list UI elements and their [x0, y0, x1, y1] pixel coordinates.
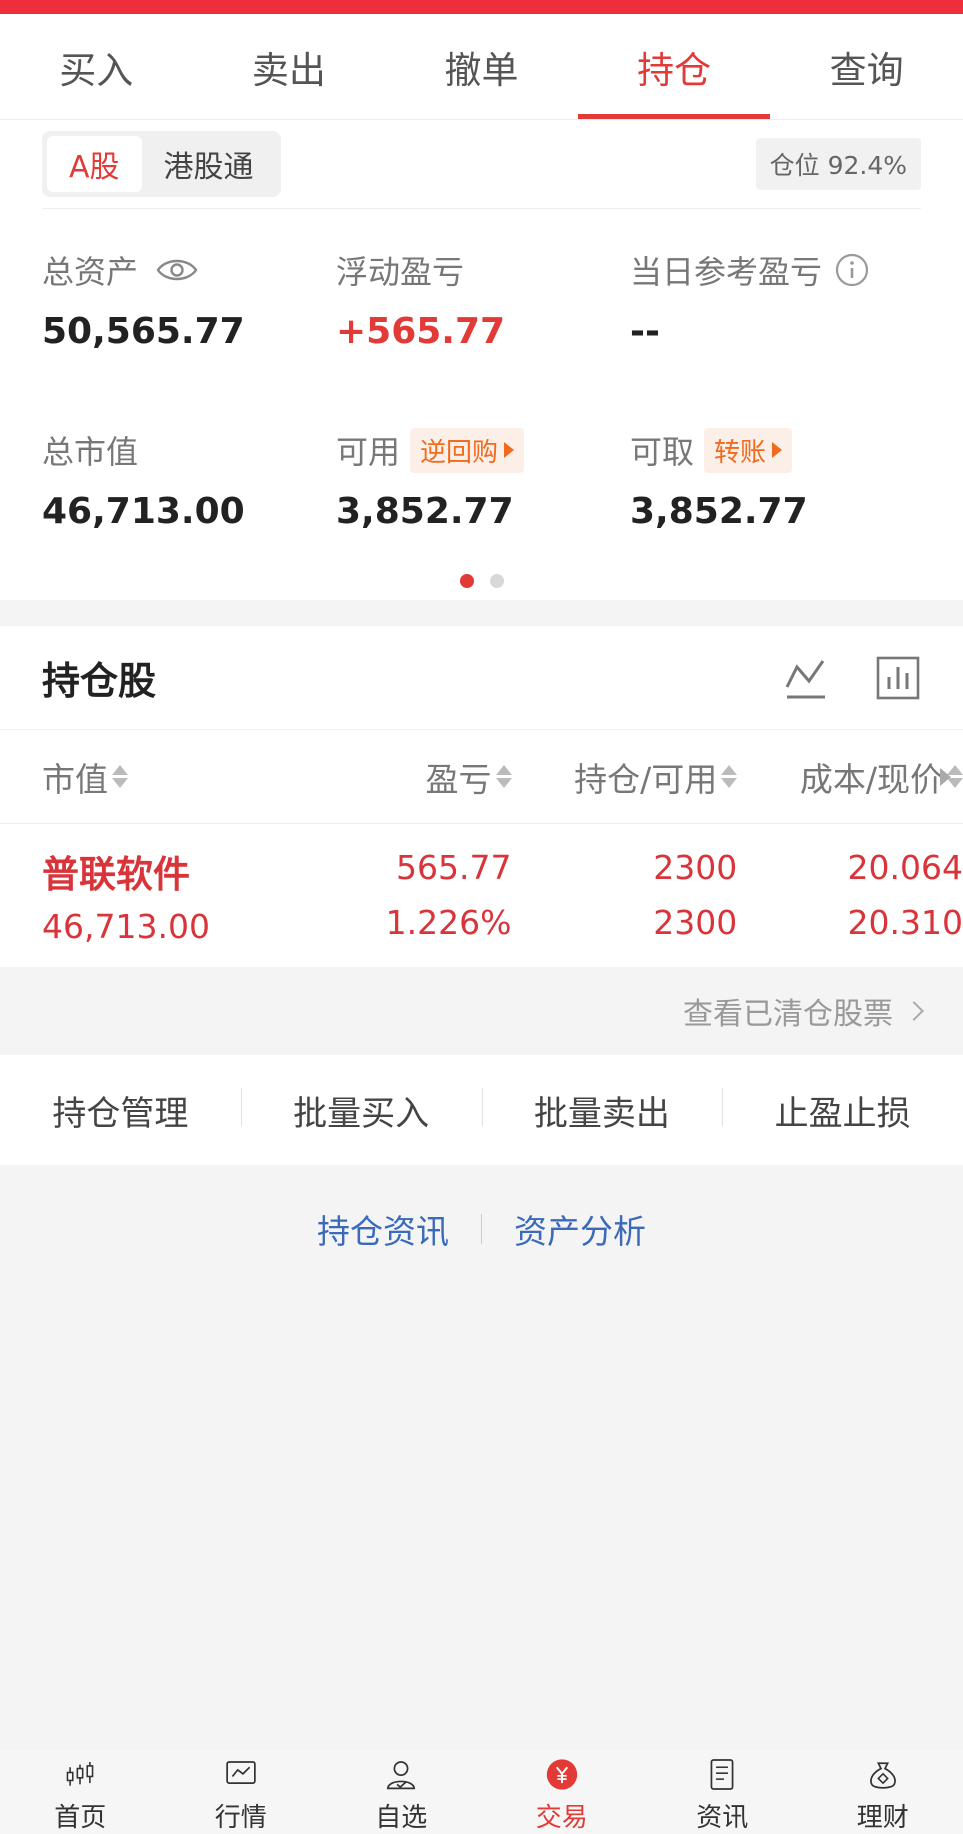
nav-trade[interactable]: 交易: [482, 1750, 643, 1834]
tab-cancel[interactable]: 撤单: [385, 14, 578, 119]
holdings-section: 持仓股 市值 盈亏 持仓/可用 成本/现价 普联软件 46,713.00 565: [0, 626, 963, 967]
segment-hk-connect[interactable]: 港股通: [142, 136, 276, 192]
asset-analysis-link[interactable]: 资产分析: [514, 1205, 646, 1253]
sort-icon: [721, 765, 738, 788]
transfer-button[interactable]: 转账: [704, 427, 793, 473]
page-indicator: [0, 574, 963, 588]
table-row[interactable]: 普联软件 46,713.00 565.77 1.226% 2300 2300 2…: [0, 824, 963, 967]
yuan-icon: [546, 1759, 577, 1790]
nav-label: 自选: [375, 1803, 428, 1833]
sort-icon: [495, 765, 512, 788]
tag-label: 逆回购: [420, 437, 499, 468]
reverse-repo-button[interactable]: 逆回购: [410, 427, 525, 473]
stat-label: 浮动盈亏: [336, 253, 465, 291]
money-bag-icon: [869, 1762, 896, 1789]
page-dot-1[interactable]: [459, 574, 474, 588]
user-check-icon: [387, 1761, 416, 1790]
segment-a-share[interactable]: A股: [47, 136, 142, 192]
col-market-value[interactable]: 市值: [42, 753, 332, 801]
trend-line-icon[interactable]: [783, 655, 829, 701]
holding-news-link[interactable]: 持仓资讯: [317, 1205, 449, 1253]
nav-label: 行情: [214, 1803, 267, 1833]
cleared-stocks-link[interactable]: 查看已清仓股票: [0, 967, 963, 1055]
triangle-right-icon: [504, 442, 515, 458]
tab-buy[interactable]: 买入: [0, 14, 193, 119]
stat-label: 可取: [630, 433, 695, 471]
stock-available: 2300: [653, 903, 738, 942]
sort-icon: [112, 765, 128, 788]
stat-floating-pl: 浮动盈亏 +565.77: [336, 247, 630, 427]
market-chart-icon: [226, 1761, 256, 1784]
stat-value: 50,565.77: [42, 311, 245, 352]
stock-name: 普联软件: [42, 853, 190, 897]
position-ratio-badge: 仓位 92.4%: [755, 138, 921, 190]
cleared-stocks-label: 查看已清仓股票: [683, 997, 893, 1032]
tab-query[interactable]: 查询: [770, 14, 963, 119]
divider: [481, 1214, 482, 1244]
stat-value: +565.77: [336, 311, 506, 352]
holdings-header: 持仓股: [0, 626, 963, 730]
nav-wealth[interactable]: 理财: [803, 1750, 963, 1834]
batch-sell-button[interactable]: 批量卖出: [481, 1086, 723, 1135]
stat-daily-ref-pl: 当日参考盈亏 --: [630, 247, 924, 427]
stock-pl-pct: 1.226%: [385, 903, 512, 942]
tab-sell[interactable]: 卖出: [193, 14, 386, 119]
stat-total-assets: 总资产 50,565.77: [42, 247, 336, 427]
triangle-right-icon: [772, 442, 783, 458]
candlestick-icon: [66, 1761, 94, 1786]
market-segment: A股 港股通: [42, 131, 281, 197]
stock-position: 2300: [653, 848, 738, 887]
stock-market-value: 46,713.00: [42, 906, 210, 946]
market-selector-row: A股 港股通 仓位 92.4%: [42, 120, 921, 209]
tag-label: 转账: [714, 437, 767, 468]
scroll-right-icon[interactable]: [940, 768, 951, 786]
stat-label: 可用: [336, 433, 401, 471]
stock-pl: 565.77: [396, 848, 512, 887]
nav-watchlist[interactable]: 自选: [321, 1750, 482, 1834]
col-cost-price[interactable]: 成本/现价: [737, 753, 963, 801]
holdings-column-header: 市值 盈亏 持仓/可用 成本/现价: [0, 730, 963, 824]
document-icon: [710, 1759, 734, 1790]
nav-news[interactable]: 资讯: [642, 1750, 803, 1834]
stat-value: --: [630, 311, 660, 352]
stat-label: 总资产: [42, 253, 139, 291]
holdings-actions: 持仓管理 批量买入 批量卖出 止盈止损: [0, 1055, 963, 1165]
nav-label: 首页: [54, 1803, 107, 1833]
stock-cost: 20.064: [847, 848, 963, 887]
nav-label: 理财: [856, 1803, 909, 1833]
col-position[interactable]: 持仓/可用: [512, 753, 738, 801]
trade-tabs: 买入 卖出 撤单 持仓 查询: [0, 14, 963, 120]
holdings-title: 持仓股: [42, 659, 157, 703]
chevron-right-icon: [904, 1001, 924, 1021]
stock-price: 20.310: [847, 903, 963, 942]
stat-value: 3,852.77: [630, 491, 808, 532]
stat-value: 46,713.00: [42, 491, 245, 532]
status-strip: [0, 0, 963, 14]
col-pl[interactable]: 盈亏: [332, 753, 512, 801]
account-summary: A股 港股通 仓位 92.4% 总资产 50,565.77 浮动盈亏 +565.…: [0, 120, 963, 600]
stat-label: 当日参考盈亏: [630, 253, 823, 291]
info-icon[interactable]: [834, 252, 870, 288]
stat-value: 3,852.77: [336, 491, 514, 532]
bottom-navigation: 首页 行情 自选 交易 资讯 理财: [0, 1750, 963, 1834]
footer-links: 持仓资讯 资产分析: [0, 1205, 963, 1253]
stop-profit-loss-button[interactable]: 止盈止损: [722, 1086, 963, 1135]
manage-positions-button[interactable]: 持仓管理: [0, 1086, 241, 1135]
eye-icon[interactable]: [156, 256, 198, 284]
nav-market[interactable]: 行情: [161, 1750, 322, 1834]
batch-buy-button[interactable]: 批量买入: [240, 1086, 482, 1135]
nav-home[interactable]: 首页: [0, 1750, 161, 1834]
stat-label: 总市值: [42, 433, 139, 471]
stats-grid: 总资产 50,565.77 浮动盈亏 +565.77 当日参考盈亏 -- 总市值…: [42, 247, 921, 607]
tab-positions[interactable]: 持仓: [577, 14, 771, 119]
page-dot-2[interactable]: [489, 574, 504, 588]
bar-chart-icon[interactable]: [875, 655, 921, 701]
nav-label: 交易: [535, 1803, 588, 1833]
nav-label: 资讯: [696, 1803, 749, 1833]
